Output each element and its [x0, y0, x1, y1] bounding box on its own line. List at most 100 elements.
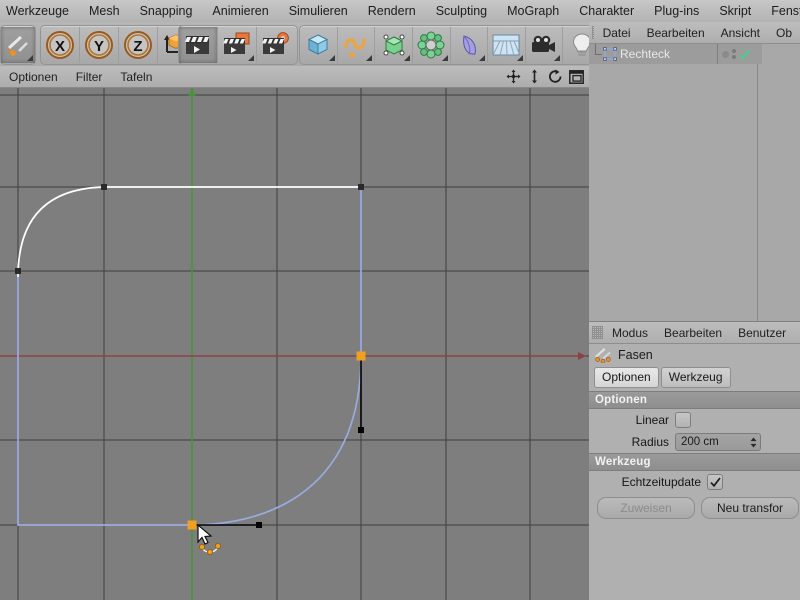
- section-header-werkzeug: Werkzeug: [589, 453, 800, 471]
- object-visibility-dots: [717, 44, 762, 64]
- spline-pen-button[interactable]: [338, 27, 376, 63]
- record-keyframe-button[interactable]: [179, 27, 218, 63]
- flyout-corner[interactable]: [328, 55, 335, 61]
- svg-text:Z: Z: [133, 38, 142, 55]
- maximize-view-icon[interactable]: [568, 68, 585, 85]
- attribute-tabs: Optionen Werkzeug: [589, 366, 800, 391]
- green-check-tag-icon[interactable]: [739, 49, 750, 60]
- objmgr-menu-ob[interactable]: Ob: [768, 23, 800, 43]
- field-row-echtzeitupdate: Echtzeitupdate: [589, 471, 800, 493]
- keyframe-settings-button[interactable]: [257, 27, 295, 63]
- menu-sculpting[interactable]: Sculpting: [426, 1, 497, 22]
- dolly-view-icon[interactable]: [526, 68, 543, 85]
- section-header-optionen: Optionen: [589, 391, 800, 409]
- radius-field[interactable]: 200 cm: [675, 433, 761, 451]
- panel-grip-icon[interactable]: [592, 26, 594, 39]
- spinner-arrows-icon[interactable]: [750, 437, 757, 448]
- objmgr-menu-ansicht[interactable]: Ansicht: [713, 23, 768, 43]
- cube-primitive-button[interactable]: [300, 27, 338, 63]
- radius-label: Radius: [631, 435, 669, 449]
- viewport-menu-optionen[interactable]: Optionen: [0, 67, 67, 87]
- menu-werkzeuge[interactable]: Werkzeuge: [0, 1, 79, 22]
- flyout-corner[interactable]: [516, 55, 523, 61]
- field-row-radius: Radius 200 cm: [589, 431, 800, 453]
- viewport-menu-filter[interactable]: Filter: [67, 67, 112, 87]
- tangent-handle-point[interactable]: [358, 427, 364, 433]
- active-tool-name: Fasen: [618, 348, 653, 362]
- flyout-corner[interactable]: [554, 55, 561, 61]
- object-column-divider: [757, 44, 758, 321]
- environment-floor-button[interactable]: [488, 27, 526, 63]
- spline-point-p-top-left-end[interactable]: [101, 184, 107, 190]
- menu-mesh[interactable]: Mesh: [79, 1, 130, 22]
- menu-simulieren[interactable]: Simulieren: [279, 1, 358, 22]
- attrmgr-menu-bearbeiten[interactable]: Bearbeiten: [656, 323, 730, 343]
- axis-x-button[interactable]: X: [41, 27, 80, 63]
- array-modeling-button[interactable]: [413, 27, 451, 63]
- viewport-menu-tafeln[interactable]: Tafeln: [111, 67, 161, 87]
- toolbar-group-axis-locks: X Y Z: [40, 25, 201, 65]
- assign-button[interactable]: Zuweisen: [597, 497, 695, 519]
- flyout-corner[interactable]: [366, 55, 373, 61]
- spline-rectangle-icon: [603, 47, 617, 61]
- flyout-corner[interactable]: [27, 55, 33, 61]
- viewport-canvas[interactable]: [0, 88, 589, 600]
- cinema4d-window: Werkzeuge Mesh Snapping Animieren Simulieren…: [0, 0, 800, 600]
- tab-optionen[interactable]: Optionen: [594, 367, 659, 388]
- editor-visibility-dot[interactable]: [722, 50, 729, 58]
- axis-y-icon: Y: [85, 31, 113, 59]
- menu-rendern[interactable]: Rendern: [358, 1, 426, 22]
- object-manager[interactable]: Rechteck: [589, 44, 800, 322]
- flyout-corner[interactable]: [248, 55, 254, 61]
- menu-fenster[interactable]: Fenster: [761, 1, 800, 22]
- axis-z-button[interactable]: Z: [119, 27, 158, 63]
- flyout-corner[interactable]: [403, 55, 410, 61]
- autokeying-button[interactable]: [218, 27, 257, 63]
- camera-icon: [532, 35, 556, 52]
- rotate-view-icon[interactable]: [547, 68, 564, 85]
- checkmark-icon: [709, 476, 721, 487]
- spline-point-p-top-right[interactable]: [358, 184, 364, 190]
- nurbs-generator-button[interactable]: [375, 27, 413, 63]
- deformer-bend-button[interactable]: [451, 27, 489, 63]
- realtime-update-checkbox[interactable]: [707, 474, 723, 490]
- flyout-corner[interactable]: [441, 55, 448, 61]
- spline-segment-selected[interactable]: [17, 186, 361, 278]
- attrmgr-menu-benutzer[interactable]: Benutzer: [730, 323, 794, 343]
- camera-button[interactable]: [526, 27, 564, 63]
- perspective-viewport[interactable]: [0, 88, 589, 600]
- radius-value: 200 cm: [681, 436, 719, 448]
- objmgr-menu-datei[interactable]: Datei: [595, 23, 639, 43]
- menu-animieren[interactable]: Animieren: [202, 1, 278, 22]
- toolbar-group-tools: [0, 25, 36, 65]
- pan-view-icon[interactable]: [505, 68, 522, 85]
- cursor-bevel-point: [199, 543, 205, 550]
- menu-plug-ins[interactable]: Plug-ins: [644, 1, 709, 22]
- objmgr-menu-bearbeiten[interactable]: Bearbeiten: [639, 23, 713, 43]
- spline-point-p-top-left-start[interactable]: [15, 268, 21, 274]
- cursor-bevel-point: [206, 548, 213, 555]
- axis-y-button[interactable]: Y: [80, 27, 119, 63]
- attrmgr-menu-modus[interactable]: Modus: [604, 323, 656, 343]
- tool-button-row: Zuweisen Neu transfor: [589, 493, 800, 519]
- toolbar-group-primitives: [299, 25, 601, 65]
- spline-point-p-bottom-right[interactable]: [356, 351, 366, 361]
- render-visibility-dot[interactable]: [732, 49, 736, 59]
- x-axis-arrow: [578, 352, 586, 360]
- menu-skript[interactable]: Skript: [709, 1, 761, 22]
- axis-x-icon: X: [46, 31, 74, 59]
- panel-grip-icon[interactable]: [592, 326, 603, 339]
- menu-snapping[interactable]: Snapping: [130, 1, 203, 22]
- linear-checkbox[interactable]: [675, 412, 691, 428]
- active-tool-row: Fasen: [589, 344, 800, 366]
- tangent-handle-point[interactable]: [256, 522, 262, 528]
- tab-werkzeug[interactable]: Werkzeug: [660, 367, 731, 388]
- menu-charakter[interactable]: Charakter: [569, 1, 644, 22]
- spline-point-p-bottom-left[interactable]: [187, 520, 197, 530]
- menu-mograph[interactable]: MoGraph: [497, 1, 569, 22]
- new-transform-button[interactable]: Neu transfor: [701, 497, 799, 519]
- object-row-rechteck[interactable]: Rechteck: [589, 44, 717, 64]
- flyout-corner[interactable]: [479, 55, 486, 61]
- bevel-tool-button[interactable]: [1, 27, 35, 63]
- main-menu-bar: Werkzeuge Mesh Snapping Animieren Simulieren…: [0, 0, 800, 23]
